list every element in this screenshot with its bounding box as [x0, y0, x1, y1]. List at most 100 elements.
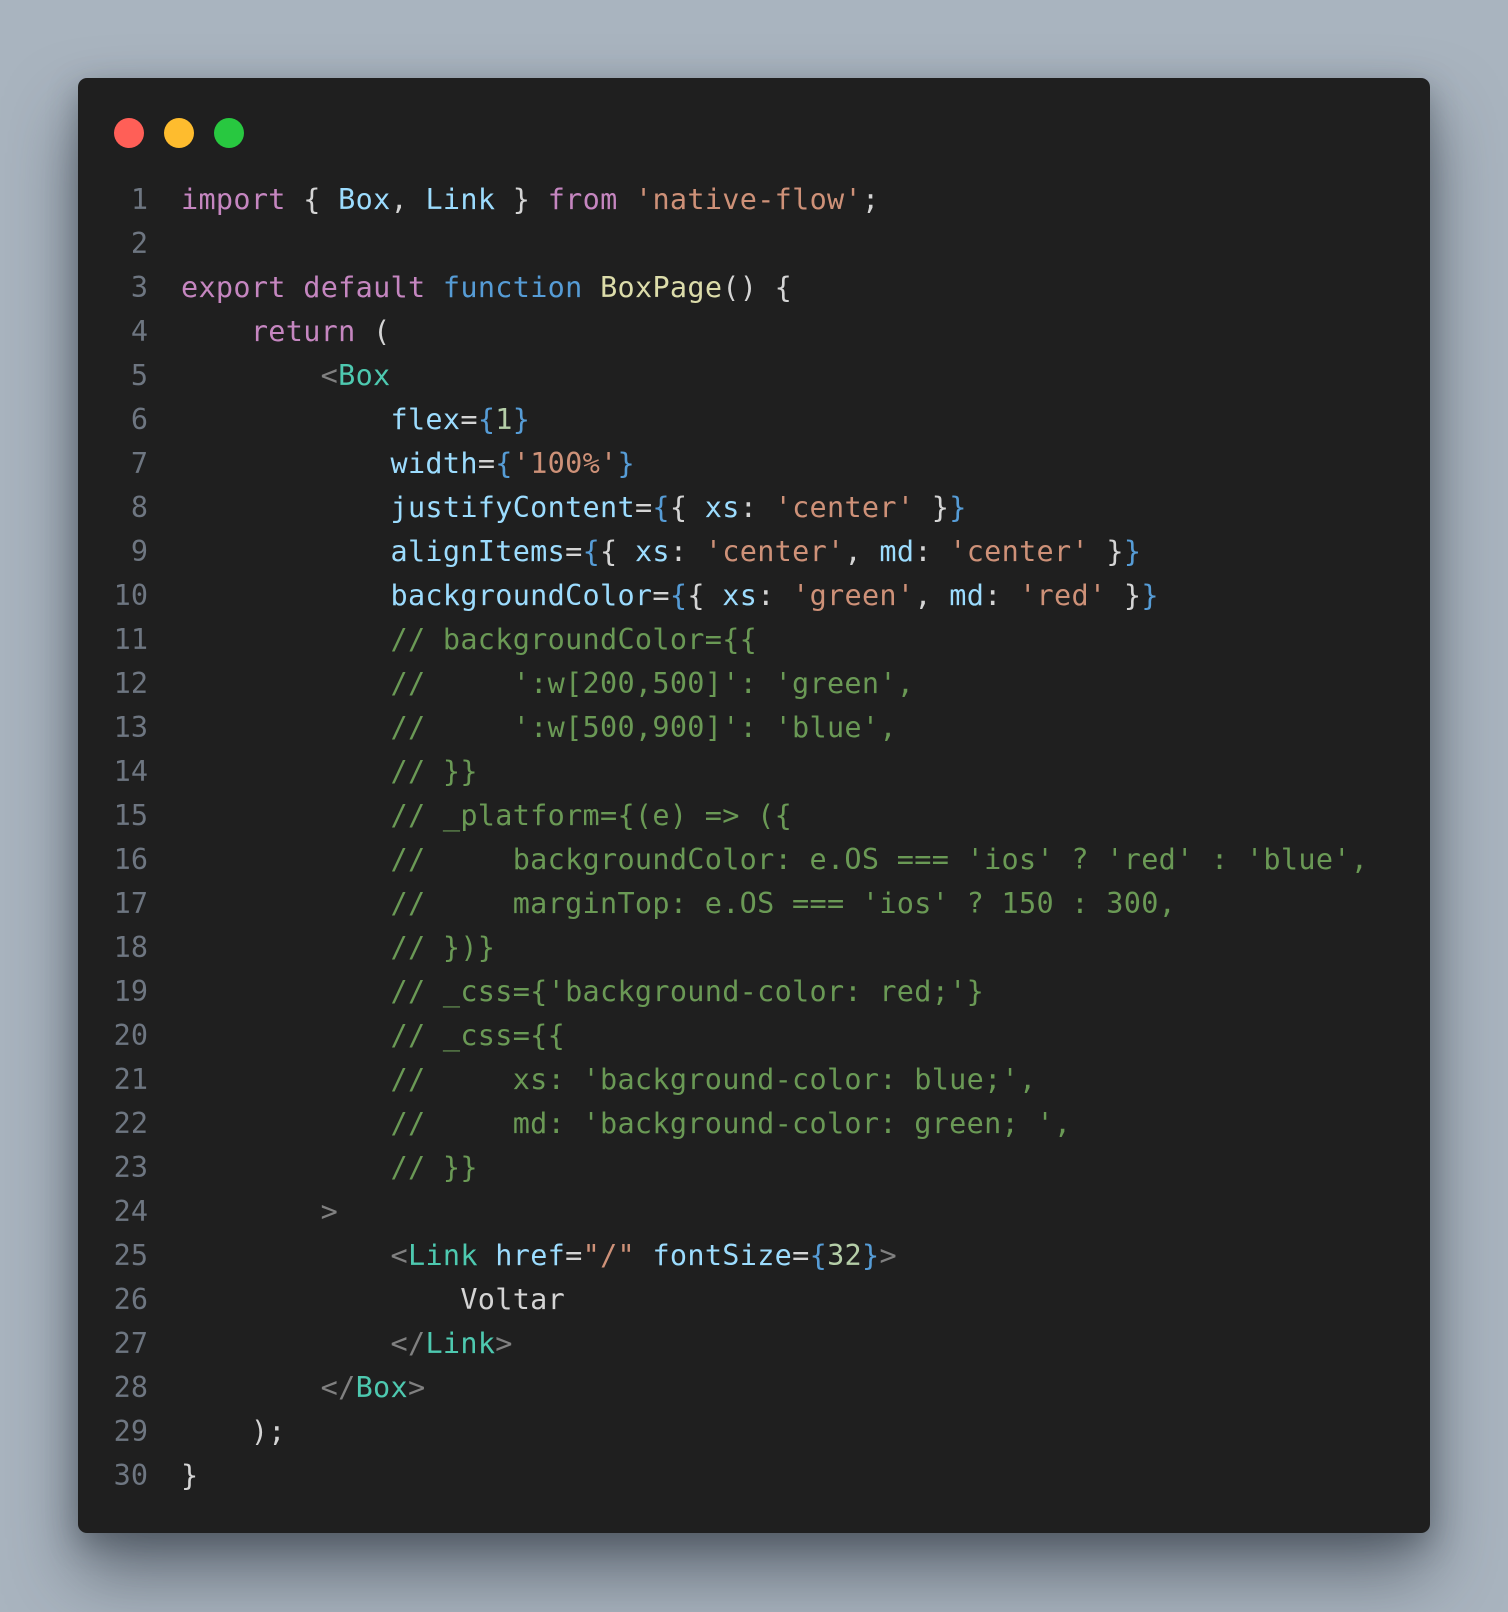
- code-line: 27 </Link>: [78, 1322, 1430, 1366]
- code-token: Voltar: [181, 1283, 566, 1316]
- code-line: 18 // })}: [78, 926, 1430, 970]
- code-token: 'red': [1019, 579, 1107, 612]
- line-number: 6: [130, 403, 148, 436]
- code-token: 32: [827, 1239, 862, 1272]
- line-number: 25: [113, 1239, 148, 1272]
- code-line: 19 // _css={'background-color: red;'}: [78, 970, 1430, 1014]
- code-line: 4 return (: [78, 310, 1430, 354]
- code-line: 3 export default function BoxPage() {: [78, 266, 1430, 310]
- line-number: 13: [113, 711, 148, 744]
- line-source: </Link>: [148, 1322, 513, 1366]
- code-token: 'center': [949, 535, 1089, 568]
- code-token: :: [914, 535, 950, 568]
- line-number: 4: [130, 315, 148, 348]
- code-token: {: [669, 579, 688, 612]
- code-line: 13 // ':w[500,900]': 'blue',: [78, 706, 1430, 750]
- code-token: default: [303, 271, 426, 304]
- code-token: // backgroundColor={{: [390, 623, 758, 656]
- line-source: // _platform={(e) => ({: [148, 794, 792, 838]
- code-token: justifyContent: [390, 491, 635, 524]
- code-token: {: [477, 403, 496, 436]
- code-token: // backgroundColor: e.OS === 'ios' ? 're…: [390, 843, 1369, 876]
- code-token: 1: [495, 403, 513, 436]
- code-token: }: [617, 447, 635, 480]
- code-token: }: [495, 183, 548, 216]
- code-token: =: [652, 579, 670, 612]
- code-line: 10 backgroundColor={{ xs: 'green', md: '…: [78, 574, 1430, 618]
- code-line: 30}: [78, 1454, 1430, 1498]
- code-token: () {: [722, 271, 793, 304]
- code-line: 1 import { Box, Link } from 'native-flow'…: [78, 178, 1430, 222]
- code-line: 29 );: [78, 1410, 1430, 1454]
- line-number: 1: [130, 183, 148, 216]
- code-line: 7 width={'100%'}: [78, 442, 1430, 486]
- code-token: }: [914, 491, 950, 524]
- code-token: =: [477, 447, 496, 480]
- line-source: backgroundColor={{ xs: 'green', md: 'red…: [148, 574, 1159, 618]
- code-token: {: [809, 1239, 828, 1272]
- code-token: <: [320, 359, 339, 392]
- code-token: </: [390, 1327, 426, 1360]
- line-source: Voltar: [148, 1278, 565, 1322]
- line-number: 23: [113, 1151, 148, 1184]
- code-line: 26 Voltar: [78, 1278, 1430, 1322]
- line-number: 24: [113, 1195, 148, 1228]
- line-source: [148, 222, 181, 266]
- code-token: {: [652, 491, 670, 524]
- line-source: // _css={{: [148, 1014, 565, 1058]
- line-number: 17: [113, 887, 148, 920]
- code-token: =: [460, 403, 478, 436]
- line-number: 10: [113, 579, 148, 612]
- code-token: alignItems: [390, 535, 566, 568]
- line-source: // }}: [148, 1146, 478, 1190]
- code-token: md: [879, 535, 915, 568]
- code-token: // }}: [390, 1151, 478, 1184]
- code-token: Box: [338, 359, 391, 392]
- line-source: >: [148, 1190, 338, 1234]
- code-token: return: [250, 315, 356, 348]
- line-source: // _css={'background-color: red;'}: [148, 970, 984, 1014]
- code-token: // }}: [390, 755, 478, 788]
- code-token: function: [442, 271, 583, 304]
- code-token: // md: 'background-color: green; ',: [390, 1107, 1072, 1140]
- code-token: :: [757, 579, 793, 612]
- code-token: >: [879, 1239, 897, 1272]
- line-source: <Box: [148, 354, 391, 398]
- code-line: 9 alignItems={{ xs: 'center', md: 'cente…: [78, 530, 1430, 574]
- code-token: 'green': [792, 579, 915, 612]
- code-token: // })}: [390, 931, 496, 964]
- code-token: }: [949, 491, 967, 524]
- code-line: 6 flex={1}: [78, 398, 1430, 442]
- code-line: 28 </Box>: [78, 1366, 1430, 1410]
- close-window-icon[interactable]: [114, 118, 144, 148]
- line-source: alignItems={{ xs: 'center', md: 'center'…: [148, 530, 1141, 574]
- code-token: }: [512, 403, 531, 436]
- code-token: </: [320, 1371, 356, 1404]
- code-token: >: [407, 1371, 426, 1404]
- code-line: 20 // _css={{: [78, 1014, 1430, 1058]
- code-token: Link: [425, 1327, 496, 1360]
- maximize-window-icon[interactable]: [214, 118, 244, 148]
- line-source: // marginTop: e.OS === 'ios' ? 150 : 300…: [148, 882, 1176, 926]
- line-source: </Box>: [148, 1366, 425, 1410]
- code-token: Box: [355, 1371, 408, 1404]
- code-token: :: [669, 535, 705, 568]
- minimize-window-icon[interactable]: [164, 118, 194, 148]
